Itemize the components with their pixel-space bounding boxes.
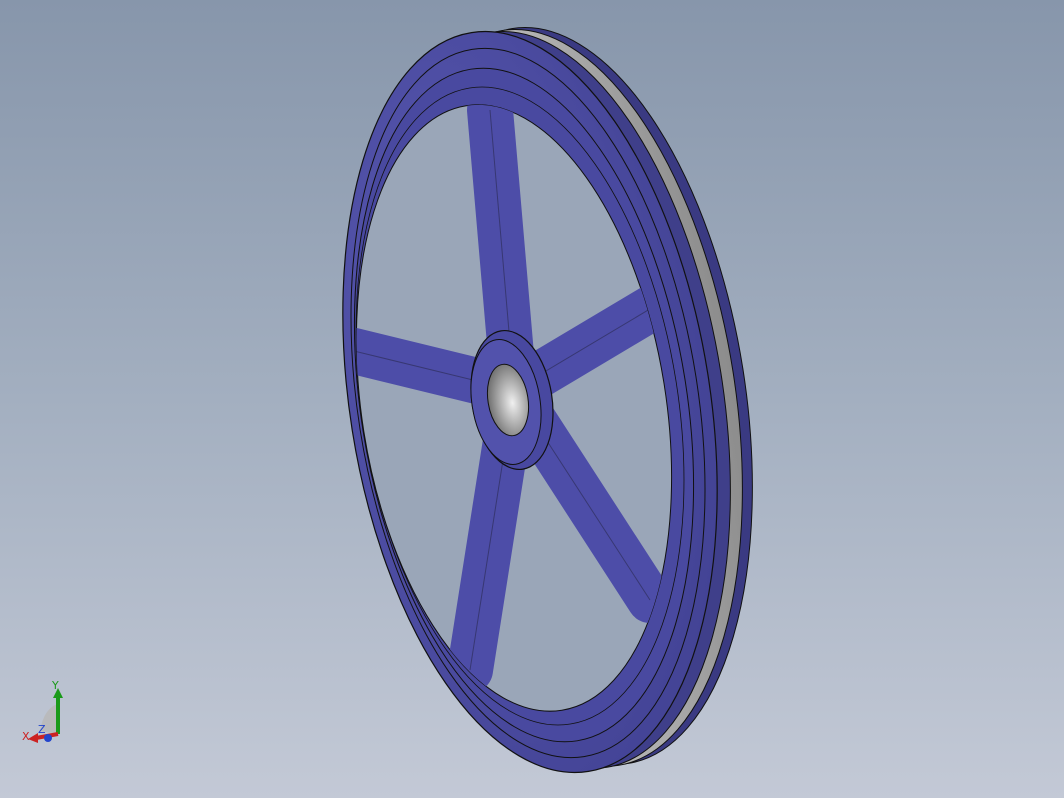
3d-viewport[interactable]: Y X Z [0, 0, 1064, 798]
model-canvas[interactable] [0, 0, 1064, 798]
x-axis-label: X [22, 730, 30, 743]
axis-triad: Y X Z [22, 679, 63, 743]
y-axis-label: Y [51, 679, 59, 692]
z-axis-label: Z [38, 723, 46, 736]
